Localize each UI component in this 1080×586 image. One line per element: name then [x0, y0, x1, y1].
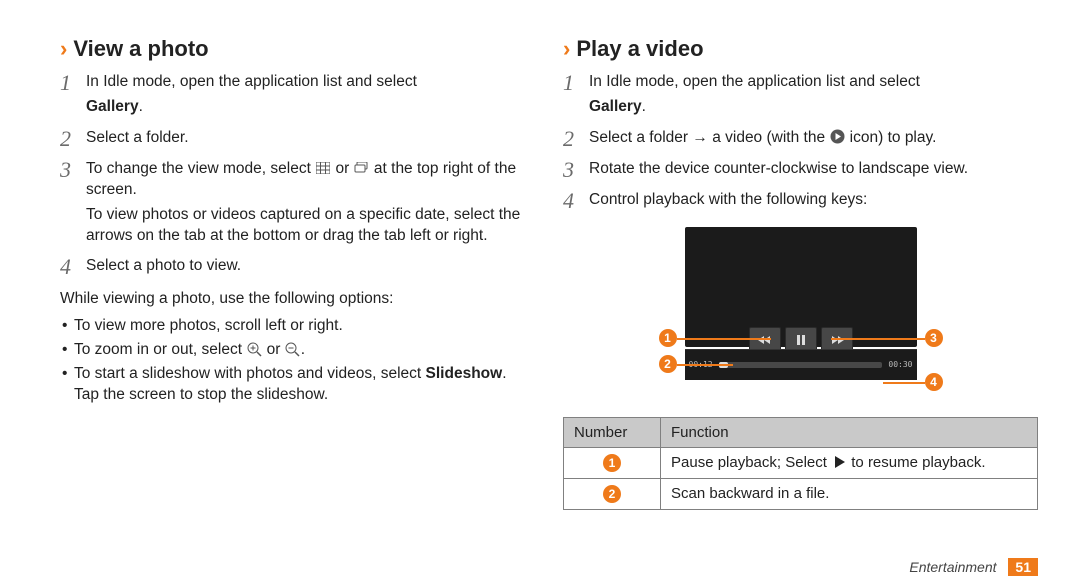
- heading-text: View a photo: [73, 36, 208, 62]
- table-row: 1 Pause playback; Select to resume playba…: [564, 447, 1038, 478]
- chevron-icon: ›: [563, 36, 570, 62]
- list-item: To view more photos, scroll left or righ…: [60, 316, 535, 337]
- section-name: Entertainment: [909, 559, 996, 575]
- step-number: 1: [60, 72, 86, 122]
- step-body: Select a folder → a video (with the icon…: [589, 128, 1038, 153]
- page: › View a photo 1In Idle mode, open the a…: [0, 0, 1080, 538]
- options-list: To view more photos, scroll left or righ…: [60, 316, 535, 406]
- leader-line: [883, 382, 925, 384]
- right-column: › Play a video 1In Idle mode, open the a…: [563, 36, 1038, 526]
- th-function: Function: [661, 417, 1038, 447]
- callout-2: 2: [659, 355, 677, 373]
- step: 1In Idle mode, open the application list…: [563, 72, 1038, 122]
- step-body: In Idle mode, open the application list …: [86, 72, 535, 122]
- heading-view-photo: › View a photo: [60, 36, 535, 62]
- step-number: 4: [60, 256, 86, 281]
- zoom-out-icon: [285, 342, 301, 356]
- step: 1In Idle mode, open the application list…: [60, 72, 535, 122]
- left-column: › View a photo 1In Idle mode, open the a…: [60, 36, 535, 526]
- row-function-cell: Scan backward in a file.: [661, 478, 1038, 509]
- row-function-cell: Pause playback; Select to resume playbac…: [661, 447, 1038, 478]
- grid-icon: [315, 161, 331, 175]
- chevron-icon: ›: [60, 36, 67, 62]
- video-diagram: 00:12 00:30 1 2 3 4: [651, 227, 951, 403]
- th-number: Number: [564, 417, 661, 447]
- leader-line: [677, 364, 733, 366]
- list-item: To start a slideshow with photos and vid…: [60, 364, 535, 406]
- play-icon: [831, 455, 847, 469]
- zoom-in-icon: [246, 342, 262, 356]
- table-row: 2 Scan backward in a file.: [564, 478, 1038, 509]
- view-photo-steps: 1In Idle mode, open the application list…: [60, 72, 535, 281]
- step: 2Select a folder → a video (with the ico…: [563, 128, 1038, 153]
- callout-1: 1: [659, 329, 677, 347]
- list-item: To zoom in or out, select or .: [60, 340, 535, 361]
- step-body: In Idle mode, open the application list …: [589, 72, 1038, 122]
- total-time: 00:30: [884, 360, 916, 369]
- progress-track[interactable]: [719, 362, 883, 368]
- page-footer: Entertainment 51: [909, 558, 1038, 576]
- step-number: 3: [60, 159, 86, 251]
- row-number-cell: 2: [564, 478, 661, 509]
- step: 4Select a photo to view.: [60, 256, 535, 281]
- step: 4Control playback with the following key…: [563, 190, 1038, 215]
- step: 3Rotate the device counter-clockwise to …: [563, 159, 1038, 184]
- step-body: Select a folder.: [86, 128, 535, 153]
- step-body: Control playback with the following keys…: [589, 190, 1038, 215]
- step-body: Select a photo to view.: [86, 256, 535, 281]
- step-number: 2: [60, 128, 86, 153]
- callout-4: 4: [925, 373, 943, 391]
- callout-3: 3: [925, 329, 943, 347]
- play-video-steps: 1In Idle mode, open the application list…: [563, 72, 1038, 215]
- leader-line: [831, 338, 925, 340]
- page-number: 51: [1008, 558, 1038, 576]
- step: 2Select a folder.: [60, 128, 535, 153]
- step-body: Rotate the device counter-clockwise to l…: [589, 159, 1038, 184]
- heading-play-video: › Play a video: [563, 36, 1038, 62]
- after-steps-text: While viewing a photo, use the following…: [60, 289, 535, 310]
- heading-text: Play a video: [576, 36, 703, 62]
- step: 3To change the view mode, select or at t…: [60, 159, 535, 251]
- step-number: 3: [563, 159, 589, 184]
- play-disc-icon: [829, 130, 845, 144]
- callout-dot: 1: [603, 454, 621, 472]
- stack-icon: [354, 161, 370, 175]
- step-number: 1: [563, 72, 589, 122]
- function-table: Number Function 1 Pause playback; Select …: [563, 417, 1038, 510]
- callout-dot: 2: [603, 485, 621, 503]
- row-number-cell: 1: [564, 447, 661, 478]
- function-tbody: 1 Pause playback; Select to resume playba…: [564, 447, 1038, 509]
- leader-line: [677, 338, 771, 340]
- step-number: 4: [563, 190, 589, 215]
- step-number: 2: [563, 128, 589, 153]
- step-body: To change the view mode, select or at th…: [86, 159, 535, 251]
